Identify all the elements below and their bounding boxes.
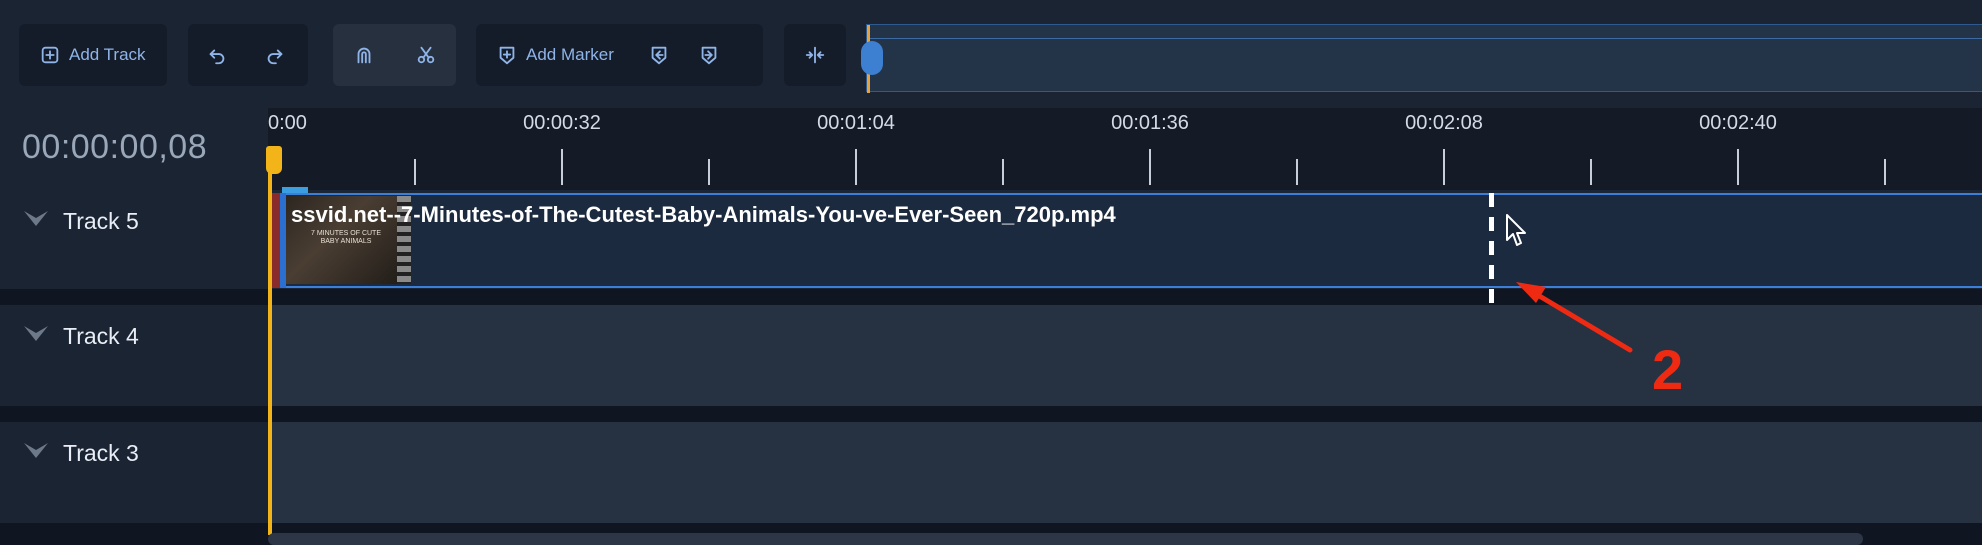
track-lane-3[interactable]	[268, 422, 1982, 523]
redo-button[interactable]	[246, 24, 304, 86]
track-header-5: Track 5	[0, 190, 268, 289]
next-marker-button[interactable]	[684, 24, 734, 86]
current-timecode: 00:00:00,08	[22, 128, 208, 166]
cut-button[interactable]	[395, 24, 457, 86]
zoom-fit-button[interactable]	[784, 24, 846, 86]
undo-button[interactable]	[188, 24, 246, 86]
marker-previous-icon	[651, 46, 667, 65]
track-name: Track 5	[63, 208, 139, 234]
ruler-major-tick	[561, 149, 563, 185]
ruler-label: 00:02:08	[1405, 112, 1483, 134]
add-track-button[interactable]: Add Track	[19, 24, 166, 86]
overview-scroll-handle[interactable]	[861, 41, 883, 75]
chevron-down-icon[interactable]	[22, 208, 50, 228]
track-divider	[0, 289, 1982, 305]
ruler-label: 0:00	[268, 112, 307, 134]
magnet-icon	[357, 47, 371, 64]
ruler-label: 00:00:32	[523, 112, 601, 134]
track-lane-4[interactable]	[268, 305, 1982, 406]
playhead-marker-tab	[282, 187, 308, 193]
redo-icon	[267, 49, 283, 65]
track-name: Track 3	[63, 440, 139, 466]
track-name: Track 4	[63, 323, 139, 349]
marker-group: Add Marker	[476, 24, 763, 86]
ruler-minor-tick	[1002, 159, 1004, 185]
chevron-down-icon[interactable]	[22, 440, 50, 460]
previous-marker-button[interactable]	[634, 24, 684, 86]
ruler-major-tick	[1443, 149, 1445, 185]
add-marker-button[interactable]: Add Marker	[476, 24, 634, 86]
ruler-minor-tick	[1884, 159, 1886, 185]
ruler-major-tick	[1737, 149, 1739, 185]
add-marker-label: Add Marker	[526, 45, 614, 64]
collapse-horizontal-icon	[805, 46, 825, 64]
ruler-minor-tick	[414, 159, 416, 185]
ruler-major-tick	[855, 149, 857, 185]
playhead-handle[interactable]	[266, 146, 282, 174]
track-divider	[0, 406, 1982, 422]
thumbnail-text: 7 MINUTES OF CUTE BABY ANIMALS	[311, 230, 382, 245]
edit-tools-group	[333, 24, 456, 86]
scissors-icon	[417, 46, 435, 64]
mouse-cursor-icon	[1506, 214, 1526, 246]
undo-icon	[209, 49, 225, 65]
clip-selection-edge[interactable]	[280, 193, 286, 288]
zoom-fit-group	[784, 24, 846, 86]
track-header-4: Track 4	[0, 305, 268, 406]
clip-title: ssvid.net--7-Minutes-of-The-Cutest-Baby-…	[291, 202, 1116, 227]
ruler-minor-tick	[708, 159, 710, 185]
playhead-line[interactable]	[268, 150, 272, 535]
ruler-label: 00:01:04	[817, 112, 895, 134]
add-track-label: Add Track	[69, 45, 146, 64]
plus-square-icon	[41, 46, 59, 64]
track-header-3: Track 3	[0, 422, 268, 523]
chevron-down-icon[interactable]	[22, 323, 50, 343]
history-group	[188, 24, 308, 86]
ruler-label: 00:01:36	[1111, 112, 1189, 134]
marker-next-icon	[701, 46, 717, 65]
marker-plus-icon	[499, 46, 515, 65]
horizontal-scrollbar[interactable]	[268, 533, 1863, 545]
clip-trim-handle-left[interactable]	[272, 193, 280, 288]
ruler-label: 00:02:40	[1699, 112, 1777, 134]
ruler-major-tick	[1149, 149, 1151, 185]
ruler-minor-tick	[1296, 159, 1298, 185]
snap-button[interactable]	[333, 24, 395, 86]
time-ruler[interactable]: 0:00 00:00:32 00:01:04 00:01:36 00:02:08 00:0…	[268, 108, 1982, 190]
add-track-group: Add Track	[19, 24, 167, 86]
timeline-overview[interactable]	[861, 24, 1982, 93]
annotation-number: 2	[1652, 338, 1684, 401]
timeline-toolbar: Add Track Add Marker	[0, 0, 1982, 108]
overview-strip	[867, 25, 1982, 39]
ruler-minor-tick	[1590, 159, 1592, 185]
split-position-indicator	[1489, 193, 1494, 307]
